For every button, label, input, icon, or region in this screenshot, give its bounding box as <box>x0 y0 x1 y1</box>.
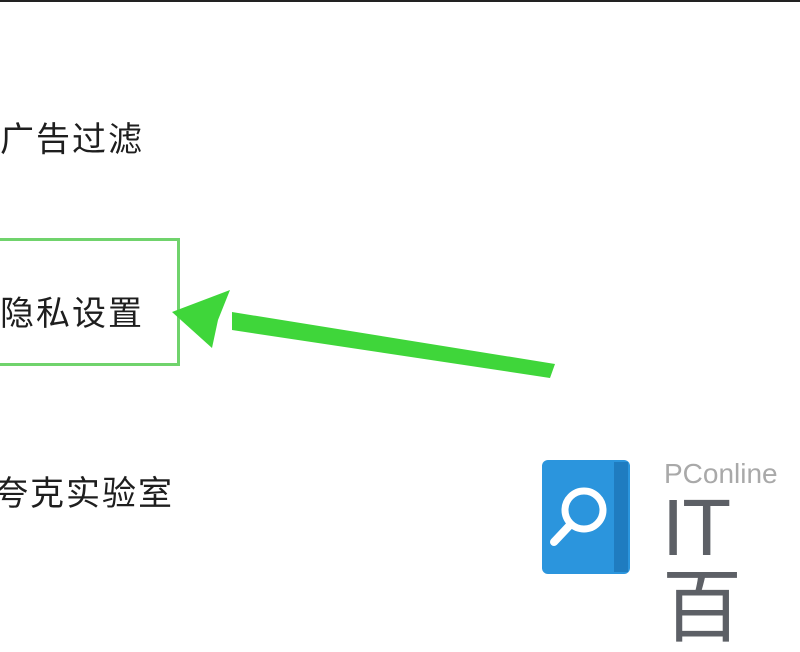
arrow-head <box>172 290 230 348</box>
menu-item-ad-filter[interactable]: 广告过滤 <box>0 112 144 161</box>
menu-item-quark-lab[interactable]: 夸克实验室 <box>0 466 174 515</box>
top-border <box>0 0 800 2</box>
menu-item-privacy-settings[interactable]: 隐私设置 <box>0 286 144 335</box>
menu-item-label: 夸克实验室 <box>0 474 174 514</box>
menu-item-label: 隐私设置 <box>0 294 144 334</box>
book-icon <box>542 460 630 574</box>
pconline-watermark: PConline IT百 <box>540 458 800 648</box>
brand-large-text: IT百 <box>662 483 742 652</box>
menu-item-label: 广告过滤 <box>0 120 144 160</box>
arrow-shaft <box>232 312 555 378</box>
